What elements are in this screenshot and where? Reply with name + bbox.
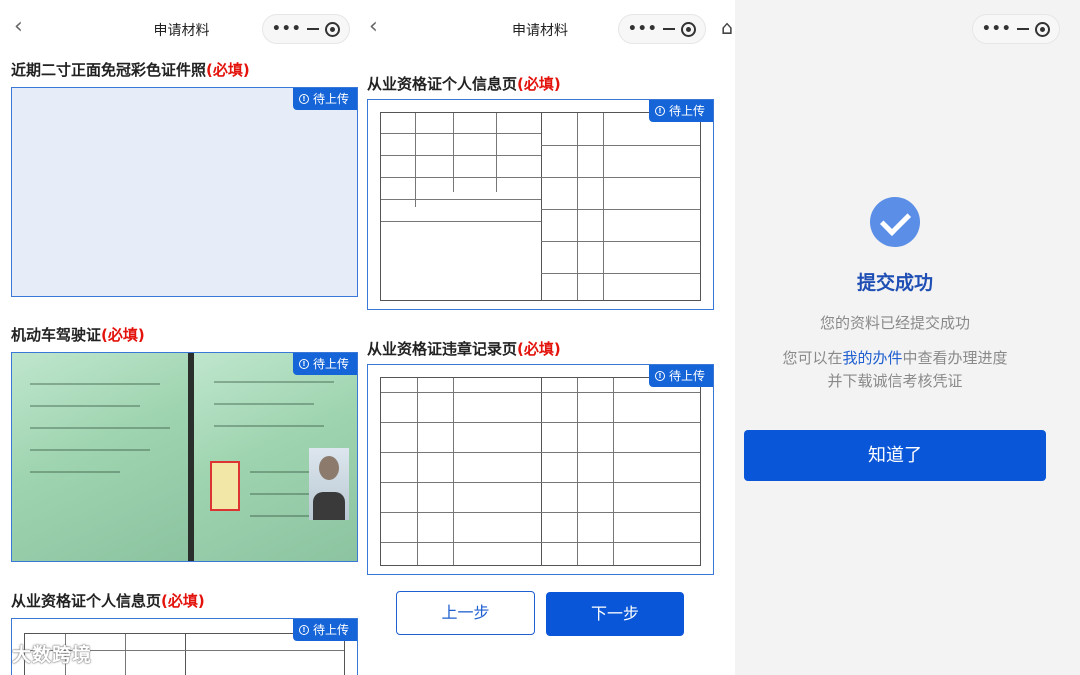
pending-badge: ! 待上传 [292,88,357,110]
info-icon: ! [654,371,665,381]
section-title-photo: 近期二寸正面免冠彩色证件照(必填) [11,61,250,79]
download-hint: 并下载诚信考核凭证 [827,372,963,390]
screen-materials-2: ‹ 申请材料 ••• ⌂ 从业资格证个人信息页(必填) ! 待上传 从业资格证违… [363,0,735,675]
more-icon[interactable]: ••• [982,21,1012,37]
close-icon[interactable] [681,21,697,37]
more-icon[interactable]: ••• [272,21,302,37]
section-title-qualification-info: 从业资格证个人信息页(必填) [11,592,205,610]
license-stamp [210,461,240,511]
minimize-icon[interactable] [1017,28,1030,30]
watermark-logo: 大数跨境 [12,644,93,666]
document-sample [380,112,701,301]
screen-materials-1: ‹ 申请材料 ••• 近期二寸正面免冠彩色证件照(必填) ! 待上传 机动车驾驶证… [0,0,363,675]
success-title: 提交成功 [856,272,933,294]
nav-bar: ‹ 申请材料 ••• ⌂ [363,8,735,48]
license-sample-left [12,353,188,561]
license-photo [309,448,349,520]
upload-card-photo[interactable]: ! 待上传 [11,87,358,297]
section-title-qualification-info: 从业资格证个人信息页(必填) [367,75,561,93]
upload-card-qualification-info[interactable]: ! 待上传 [367,99,714,310]
required-mark: (必填) [161,592,205,610]
mini-program-capsule: ••• [262,14,350,44]
document-sample [380,377,701,566]
info-icon: ! [654,106,665,116]
home-icon[interactable]: ⌂ [721,18,733,38]
pending-badge: ! 待上传 [648,365,713,387]
screen-submit-success: ••• [735,0,1080,675]
pending-badge: ! 待上传 [292,619,357,641]
upload-card-driver-license[interactable]: ! 待上传 [11,352,358,562]
info-icon: ! [298,94,309,104]
license-sample-right [194,353,357,561]
info-icon: ! [298,625,309,635]
pending-badge: ! 待上传 [648,100,713,122]
required-mark: (必填) [517,75,561,93]
close-icon[interactable] [1035,21,1051,37]
more-icon[interactable]: ••• [628,21,658,37]
got-it-button[interactable]: 知道了 [744,430,1046,481]
upload-card-violation-record[interactable]: ! 待上传 [367,364,714,575]
section-title-driver-license: 机动车驾驶证(必填) [11,326,145,344]
mini-program-capsule: ••• [618,14,706,44]
progress-hint: 您可以在我的办件中查看办理进度 [782,349,1008,367]
required-mark: (必填) [206,61,250,79]
my-cases-link[interactable]: 我的办件 [842,349,902,367]
required-mark: (必填) [517,340,561,358]
next-step-button[interactable]: 下一步 [546,592,684,636]
previous-step-button[interactable]: 上一步 [396,591,535,635]
required-mark: (必填) [101,326,145,344]
pending-badge: ! 待上传 [292,353,357,375]
section-title-violation-record: 从业资格证违章记录页(必填) [367,340,561,358]
mini-program-capsule: ••• [972,14,1060,44]
info-icon: ! [298,359,309,369]
minimize-icon[interactable] [663,28,676,30]
close-icon[interactable] [325,21,341,37]
success-description: 您的资料已经提交成功 [819,314,970,332]
nav-bar: ‹ 申请材料 ••• [0,8,363,48]
minimize-icon[interactable] [307,28,320,30]
check-circle-icon [870,197,920,247]
